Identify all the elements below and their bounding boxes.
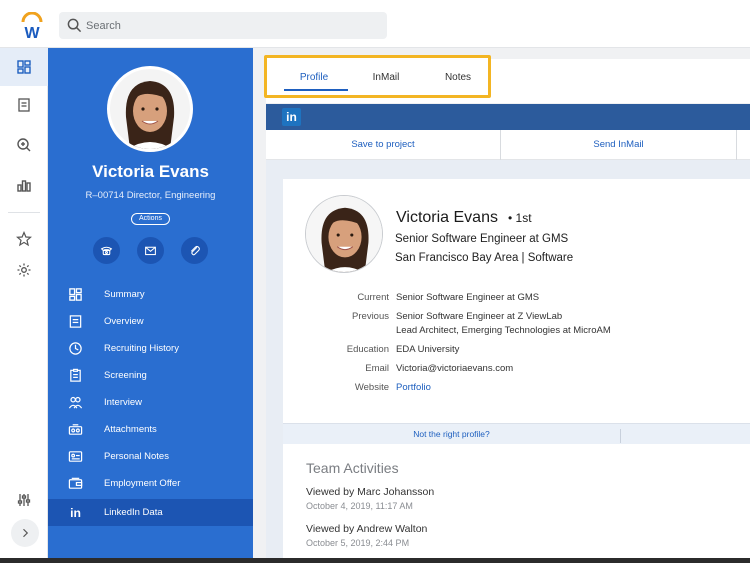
gear-icon bbox=[17, 263, 31, 277]
sidebar-item-label: Personal Notes bbox=[104, 451, 169, 462]
current-value: Senior Software Engineer at GMS bbox=[396, 292, 540, 303]
people-icon bbox=[68, 396, 83, 409]
candidate-requisition: R–00714 Director, Engineering bbox=[85, 190, 216, 201]
sidebar-item-label: Screening bbox=[104, 370, 147, 381]
tab-bar: Profile InMail Notes bbox=[264, 55, 491, 98]
report-icon bbox=[18, 98, 30, 112]
search-box[interactable] bbox=[59, 12, 387, 39]
offer-icon bbox=[68, 477, 83, 489]
save-to-project-button[interactable]: Save to project bbox=[266, 130, 501, 160]
team-activities-title: Team Activities bbox=[306, 460, 399, 476]
tab-inmail[interactable]: InMail bbox=[346, 72, 426, 83]
sidebar-item-interview[interactable]: Interview bbox=[48, 389, 253, 416]
profile-headline: Senior Software Engineer at GMS bbox=[395, 233, 569, 245]
sidebar-item-label: Overview bbox=[104, 316, 144, 327]
sidebar-item-recruiting-history[interactable]: Recruiting History bbox=[48, 335, 253, 362]
tab-profile[interactable]: Profile bbox=[274, 72, 354, 83]
rail-search[interactable] bbox=[0, 126, 48, 164]
email-value[interactable]: Victoria@victoriaevans.com bbox=[396, 363, 513, 374]
top-bar: W bbox=[0, 0, 750, 48]
sidebar-item-summary[interactable]: Summary bbox=[48, 281, 253, 308]
rail-analytics[interactable] bbox=[0, 166, 48, 204]
education-label: Education bbox=[346, 344, 389, 355]
sidebar-item-employment-offer[interactable]: Employment Offer bbox=[48, 470, 253, 497]
send-inmail-button[interactable]: Send InMail bbox=[501, 130, 737, 160]
sidebar-item-screening[interactable]: Screening bbox=[48, 362, 253, 389]
bar-chart-icon bbox=[17, 180, 31, 192]
sidebar-item-label: Attachments bbox=[104, 424, 157, 435]
not-right-profile-link[interactable]: Not the right profile? bbox=[283, 429, 621, 443]
search-plus-icon bbox=[17, 138, 31, 152]
rail-dashboard[interactable] bbox=[0, 48, 48, 86]
profile-photo bbox=[305, 195, 383, 273]
grid-icon bbox=[69, 288, 82, 301]
activity-text: Viewed by Marc Johansson bbox=[306, 486, 435, 498]
sidebar-item-label: LinkedIn Data bbox=[104, 507, 163, 518]
grid-icon bbox=[17, 60, 31, 74]
active-tab-indicator bbox=[284, 89, 348, 91]
email-label: Email bbox=[365, 363, 389, 374]
portfolio-link[interactable]: Portfolio bbox=[396, 382, 431, 393]
sidebar-item-label: Recruiting History bbox=[104, 343, 179, 354]
profile-name: Victoria Evans bbox=[396, 209, 498, 226]
note-card-icon bbox=[68, 451, 83, 462]
website-label: Website bbox=[354, 382, 389, 393]
sidebar-item-overview[interactable]: Overview bbox=[48, 308, 253, 335]
profile-card: Victoria Evans • 1st Senior Software Eng… bbox=[283, 179, 750, 423]
linkedin-actions: Save to project Send InMail bbox=[266, 130, 750, 160]
rail-filters[interactable] bbox=[0, 481, 48, 519]
rail-divider bbox=[8, 212, 40, 213]
email-button[interactable] bbox=[137, 237, 164, 264]
sidebar-item-attachments[interactable]: Attachments bbox=[48, 416, 253, 443]
envelope-icon bbox=[145, 246, 156, 256]
sidebar-item-linkedin-data[interactable]: in LinkedIn Data bbox=[48, 499, 253, 526]
paperclip-icon bbox=[190, 245, 200, 256]
activity-text: Viewed by Andrew Walton bbox=[306, 523, 428, 535]
team-activities-panel: Team Activities Viewed by Marc Johansson… bbox=[283, 444, 750, 558]
clock-icon bbox=[69, 342, 82, 355]
workday-logo-icon[interactable]: W bbox=[18, 11, 46, 42]
star-icon bbox=[16, 231, 32, 247]
candidate-sidebar: Victoria Evans R–00714 Director, Enginee… bbox=[48, 48, 253, 558]
clipboard-icon bbox=[70, 368, 81, 382]
connection-degree: • 1st bbox=[508, 211, 532, 225]
education-value: EDA University bbox=[396, 344, 460, 355]
candidate-name: Victoria Evans bbox=[92, 162, 209, 181]
icon-rail bbox=[0, 48, 48, 558]
app-window: W Search Victoria Evans R–00714 Director… bbox=[0, 0, 750, 558]
sidebar-item-personal-notes[interactable]: Personal Notes bbox=[48, 443, 253, 470]
main-content: Profile InMail Notes in Save to project … bbox=[254, 48, 750, 558]
sidebar-item-label: Interview bbox=[104, 397, 143, 408]
activity-date: October 5, 2019, 2:44 PM bbox=[306, 538, 410, 548]
svg-text:W: W bbox=[24, 25, 40, 40]
linkedin-header-bar bbox=[266, 104, 750, 130]
current-label: Current bbox=[357, 292, 389, 303]
linkedin-icon: in bbox=[70, 506, 81, 520]
sidebar-item-label: Summary bbox=[104, 289, 145, 300]
phone-icon bbox=[100, 246, 113, 256]
search-input[interactable] bbox=[86, 12, 376, 39]
sliders-icon bbox=[17, 494, 31, 506]
attach-button[interactable] bbox=[181, 237, 208, 264]
chevron-right-icon bbox=[23, 528, 29, 538]
tab-notes[interactable]: Notes bbox=[418, 72, 498, 83]
call-button[interactable] bbox=[93, 237, 120, 264]
previous-value-1: Senior Software Engineer at Z ViewLab bbox=[396, 311, 563, 322]
rail-reports[interactable] bbox=[0, 86, 48, 124]
expand-rail-button[interactable] bbox=[11, 519, 39, 547]
linkedin-logo-icon: in bbox=[282, 108, 301, 126]
document-icon bbox=[69, 315, 82, 328]
search-icon bbox=[67, 18, 82, 33]
actions-button[interactable]: Actions bbox=[131, 213, 170, 225]
activity-date: October 4, 2019, 11:17 AM bbox=[306, 501, 413, 511]
previous-value-2: Lead Architect, Emerging Technologies at… bbox=[396, 325, 611, 336]
profile-card-footer: Not the right profile? bbox=[283, 423, 750, 444]
candidate-avatar bbox=[107, 66, 193, 152]
previous-label: Previous bbox=[352, 311, 389, 322]
sidebar-item-label: Employment Offer bbox=[104, 478, 181, 489]
attachment-box-icon bbox=[68, 424, 83, 435]
profile-location: San Francisco Bay Area | Software bbox=[395, 252, 574, 264]
svg-text:in: in bbox=[70, 506, 81, 520]
rail-settings[interactable] bbox=[0, 251, 48, 289]
